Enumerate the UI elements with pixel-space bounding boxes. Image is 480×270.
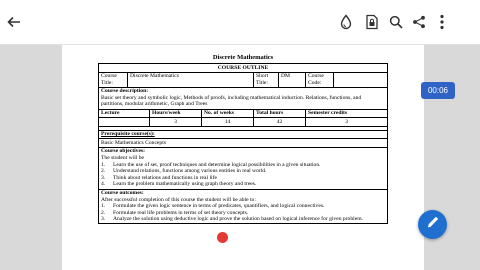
ink-drop-marker [217,232,228,243]
document-header-title: Discrete Mathematics [212,54,274,61]
share-icon[interactable] [409,12,429,32]
stats-value-credits: 3 [305,118,387,126]
stats-header-credits: Semester credits [305,109,387,118]
description-heading: Course description: [101,88,149,95]
stats-value-weeks: 14 [201,118,253,126]
stats-value-hours: 3 [149,118,201,126]
objective-item: 2. Understand relations, functions among … [101,168,267,175]
objectives-heading: Course objectives: [101,148,145,155]
course-outline-table: COURSE OUTLINE Course Title: Discrete Ma… [98,63,388,225]
outcome-item: 1. Formulate the given logic sentence in … [101,203,325,210]
description-row: Course description: Basic set theory and… [99,86,387,109]
search-icon[interactable] [386,12,406,32]
document-page: Discrete Mathematics COURSE OUTLINE Cour… [62,45,424,270]
course-code-label: Course Code: [305,72,333,87]
stats-header-lecture: Lecture [101,110,120,117]
pencil-icon [426,215,440,234]
objective-item: 3. Think about relations and functions in… [101,174,217,181]
course-title-label: Course Title: [101,73,117,86]
document-lock-icon[interactable] [362,12,382,32]
course-title-value: Discrete Mathematics [127,72,253,87]
top-toolbar [0,0,480,45]
objective-item: 4. Learn the problem mathematically using… [101,181,257,188]
recording-timestamp: 00:06 [421,82,455,99]
prereq-heading: Prerequisite course(s): [101,131,155,138]
course-info-row: Course Title: Discrete Mathematics Short… [99,71,387,87]
short-title-label: Short Title: [253,72,278,87]
outline-title-row: COURSE OUTLINE [99,64,387,72]
more-vert-icon[interactable] [432,12,452,32]
stats-header-weeks: No. of weeks [201,109,253,118]
document-viewer[interactable]: Discrete Mathematics COURSE OUTLINE Cour… [0,45,480,270]
short-title-value: DM [278,72,305,87]
stats-header-total: Total hours [253,109,305,118]
prereq-row: Prerequisite course(s): [99,129,387,139]
stats-value-total: 42 [253,118,305,126]
back-arrow-icon[interactable] [4,12,24,32]
stats-header-row: Lecture Hours/week No. of weeks Total ho… [99,108,387,118]
ink-drop-icon[interactable] [336,12,356,32]
objectives-row: Course objectives: The student will be 1… [99,146,387,189]
outcomes-heading: Course outcomes: [101,190,144,196]
stats-value-row: 3 14 42 3 [99,117,387,126]
objectives-intro: The student will be [101,155,145,162]
stats-header-hours: Hours/week [149,109,201,118]
stats-value-lecture [99,118,149,126]
edit-fab-button[interactable] [418,210,447,239]
spacer-row [99,125,387,130]
course-code-value [333,72,387,87]
outcome-item: 3. Analyze the solution using deductive l… [101,216,363,223]
prereq-text-row: Basic Mathematics Concepts [99,138,387,147]
description-text: Basic set theory and symbolic logic, Met… [101,94,362,108]
outcomes-row: Course outcomes: After successful comple… [99,188,387,224]
outline-title: COURSE OUTLINE [217,64,269,71]
prereq-text: Basic Mathematics Concepts [101,139,166,146]
